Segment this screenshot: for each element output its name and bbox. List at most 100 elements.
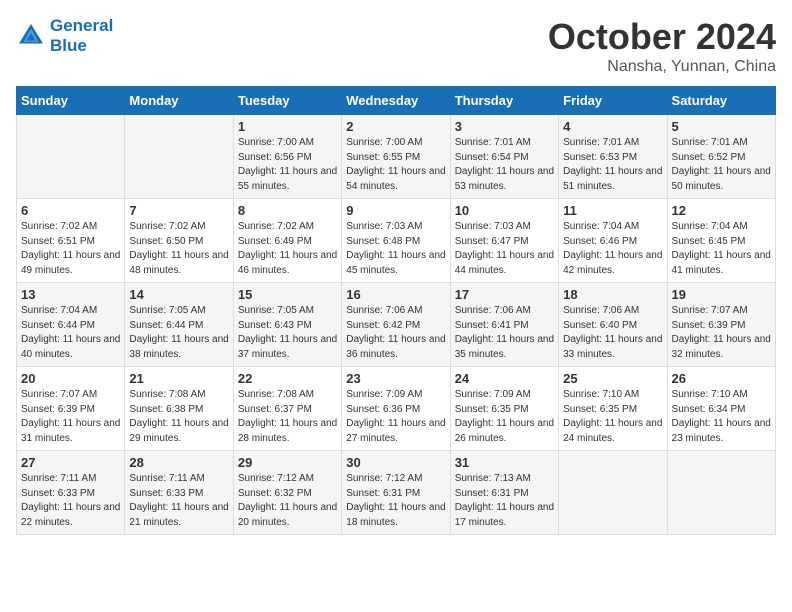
- calendar-cell: 2 Sunrise: 7:00 AM Sunset: 6:55 PM Daylig…: [342, 115, 450, 199]
- calendar-cell: 17 Sunrise: 7:06 AM Sunset: 6:41 PM Dayli…: [450, 283, 558, 367]
- calendar-cell: 31 Sunrise: 7:13 AM Sunset: 6:31 PM Dayli…: [450, 451, 558, 535]
- day-info: Sunrise: 7:03 AM Sunset: 6:47 PM Dayligh…: [455, 220, 554, 278]
- day-number: 20: [21, 371, 120, 386]
- logo: General Blue: [16, 16, 113, 56]
- day-number: 6: [21, 203, 120, 218]
- day-info: Sunrise: 7:00 AM Sunset: 6:55 PM Dayligh…: [346, 136, 445, 194]
- calendar-cell: 27 Sunrise: 7:11 AM Sunset: 6:33 PM Dayli…: [17, 451, 125, 535]
- calendar-week-3: 13Sunrise: 7:04 AM Sunset: 6:44 PM Dayli…: [17, 283, 776, 367]
- day-number: 16: [346, 287, 445, 302]
- day-number: 30: [346, 455, 445, 470]
- page-header: General Blue October 2024 Nansha, Yunnan…: [16, 16, 776, 76]
- day-number: 22: [238, 371, 337, 386]
- day-info: Sunrise: 7:10 AM Sunset: 6:35 PM Dayligh…: [563, 388, 662, 446]
- day-number: 25: [563, 371, 662, 386]
- day-info: Sunrise: 7:07 AM Sunset: 6:39 PM Dayligh…: [672, 304, 771, 362]
- day-info: Sunrise: 7:01 AM Sunset: 6:52 PM Dayligh…: [672, 136, 771, 194]
- day-number: 19: [672, 287, 771, 302]
- day-header-monday: Monday: [125, 87, 233, 115]
- calendar-cell: 24 Sunrise: 7:09 AM Sunset: 6:35 PM Dayli…: [450, 367, 558, 451]
- calendar-week-1: 1Sunrise: 7:00 AM Sunset: 6:56 PM Daylig…: [17, 115, 776, 199]
- day-number: 14: [129, 287, 228, 302]
- calendar-cell: 18 Sunrise: 7:06 AM Sunset: 6:40 PM Dayli…: [559, 283, 667, 367]
- day-number: 5: [672, 119, 771, 134]
- calendar-cell: 1Sunrise: 7:00 AM Sunset: 6:56 PM Daylig…: [233, 115, 341, 199]
- day-number: 11: [563, 203, 662, 218]
- calendar-cell: 26 Sunrise: 7:10 AM Sunset: 6:34 PM Dayli…: [667, 367, 775, 451]
- day-info: Sunrise: 7:07 AM Sunset: 6:39 PM Dayligh…: [21, 388, 120, 446]
- day-number: 26: [672, 371, 771, 386]
- calendar-cell: 13Sunrise: 7:04 AM Sunset: 6:44 PM Dayli…: [17, 283, 125, 367]
- day-info: Sunrise: 7:04 AM Sunset: 6:45 PM Dayligh…: [672, 220, 771, 278]
- calendar-cell: 6 Sunrise: 7:02 AM Sunset: 6:51 PM Daylig…: [17, 199, 125, 283]
- day-number: 4: [563, 119, 662, 134]
- day-number: 18: [563, 287, 662, 302]
- calendar-cell: [559, 451, 667, 535]
- month-title: October 2024: [548, 16, 776, 58]
- day-info: Sunrise: 7:11 AM Sunset: 6:33 PM Dayligh…: [129, 472, 228, 530]
- day-info: Sunrise: 7:05 AM Sunset: 6:43 PM Dayligh…: [238, 304, 337, 362]
- day-info: Sunrise: 7:04 AM Sunset: 6:46 PM Dayligh…: [563, 220, 662, 278]
- day-number: 28: [129, 455, 228, 470]
- day-info: Sunrise: 7:06 AM Sunset: 6:41 PM Dayligh…: [455, 304, 554, 362]
- location-title: Nansha, Yunnan, China: [548, 58, 776, 76]
- day-number: 31: [455, 455, 554, 470]
- calendar-cell: 22Sunrise: 7:08 AM Sunset: 6:37 PM Dayli…: [233, 367, 341, 451]
- day-number: 17: [455, 287, 554, 302]
- day-info: Sunrise: 7:04 AM Sunset: 6:44 PM Dayligh…: [21, 304, 120, 362]
- calendar-table: SundayMondayTuesdayWednesdayThursdayFrid…: [16, 86, 776, 535]
- day-info: Sunrise: 7:12 AM Sunset: 6:32 PM Dayligh…: [238, 472, 337, 530]
- day-info: Sunrise: 7:06 AM Sunset: 6:40 PM Dayligh…: [563, 304, 662, 362]
- calendar-week-4: 20 Sunrise: 7:07 AM Sunset: 6:39 PM Dayli…: [17, 367, 776, 451]
- day-number: 12: [672, 203, 771, 218]
- day-info: Sunrise: 7:10 AM Sunset: 6:34 PM Dayligh…: [672, 388, 771, 446]
- day-number: 9: [346, 203, 445, 218]
- day-number: 1: [238, 119, 337, 134]
- day-info: Sunrise: 7:09 AM Sunset: 6:35 PM Dayligh…: [455, 388, 554, 446]
- day-header-friday: Friday: [559, 87, 667, 115]
- day-number: 15: [238, 287, 337, 302]
- calendar-cell: 23 Sunrise: 7:09 AM Sunset: 6:36 PM Dayli…: [342, 367, 450, 451]
- calendar-cell: 20 Sunrise: 7:07 AM Sunset: 6:39 PM Dayli…: [17, 367, 125, 451]
- day-number: 8: [238, 203, 337, 218]
- calendar-cell: 11 Sunrise: 7:04 AM Sunset: 6:46 PM Dayli…: [559, 199, 667, 283]
- calendar-cell: 30Sunrise: 7:12 AM Sunset: 6:31 PM Dayli…: [342, 451, 450, 535]
- day-number: 7: [129, 203, 228, 218]
- day-info: Sunrise: 7:11 AM Sunset: 6:33 PM Dayligh…: [21, 472, 120, 530]
- calendar-cell: 19 Sunrise: 7:07 AM Sunset: 6:39 PM Dayli…: [667, 283, 775, 367]
- day-info: Sunrise: 7:01 AM Sunset: 6:54 PM Dayligh…: [455, 136, 554, 194]
- day-info: Sunrise: 7:05 AM Sunset: 6:44 PM Dayligh…: [129, 304, 228, 362]
- day-info: Sunrise: 7:08 AM Sunset: 6:38 PM Dayligh…: [129, 388, 228, 446]
- day-number: 27: [21, 455, 120, 470]
- day-info: Sunrise: 7:13 AM Sunset: 6:31 PM Dayligh…: [455, 472, 554, 530]
- calendar-cell: 7 Sunrise: 7:02 AM Sunset: 6:50 PM Daylig…: [125, 199, 233, 283]
- calendar-week-2: 6 Sunrise: 7:02 AM Sunset: 6:51 PM Daylig…: [17, 199, 776, 283]
- logo-text: General Blue: [50, 16, 113, 56]
- day-number: 29: [238, 455, 337, 470]
- day-info: Sunrise: 7:03 AM Sunset: 6:48 PM Dayligh…: [346, 220, 445, 278]
- calendar-cell: 12 Sunrise: 7:04 AM Sunset: 6:45 PM Dayli…: [667, 199, 775, 283]
- calendar-week-5: 27 Sunrise: 7:11 AM Sunset: 6:33 PM Dayli…: [17, 451, 776, 535]
- calendar-cell: 10Sunrise: 7:03 AM Sunset: 6:47 PM Dayli…: [450, 199, 558, 283]
- calendar-cell: 25 Sunrise: 7:10 AM Sunset: 6:35 PM Dayli…: [559, 367, 667, 451]
- day-header-saturday: Saturday: [667, 87, 775, 115]
- calendar-cell: [125, 115, 233, 199]
- calendar-cell: 15 Sunrise: 7:05 AM Sunset: 6:43 PM Dayli…: [233, 283, 341, 367]
- logo-icon: [16, 21, 46, 51]
- day-header-wednesday: Wednesday: [342, 87, 450, 115]
- day-number: 2: [346, 119, 445, 134]
- day-number: 23: [346, 371, 445, 386]
- calendar-cell: 14 Sunrise: 7:05 AM Sunset: 6:44 PM Dayli…: [125, 283, 233, 367]
- day-number: 3: [455, 119, 554, 134]
- day-info: Sunrise: 7:02 AM Sunset: 6:50 PM Dayligh…: [129, 220, 228, 278]
- day-info: Sunrise: 7:02 AM Sunset: 6:51 PM Dayligh…: [21, 220, 120, 278]
- calendar-cell: 3 Sunrise: 7:01 AM Sunset: 6:54 PM Daylig…: [450, 115, 558, 199]
- day-header-thursday: Thursday: [450, 87, 558, 115]
- day-number: 24: [455, 371, 554, 386]
- calendar-cell: 28 Sunrise: 7:11 AM Sunset: 6:33 PM Dayli…: [125, 451, 233, 535]
- day-info: Sunrise: 7:09 AM Sunset: 6:36 PM Dayligh…: [346, 388, 445, 446]
- calendar-cell: 16Sunrise: 7:06 AM Sunset: 6:42 PM Dayli…: [342, 283, 450, 367]
- day-info: Sunrise: 7:01 AM Sunset: 6:53 PM Dayligh…: [563, 136, 662, 194]
- calendar-cell: 4 Sunrise: 7:01 AM Sunset: 6:53 PM Daylig…: [559, 115, 667, 199]
- calendar-cell: [17, 115, 125, 199]
